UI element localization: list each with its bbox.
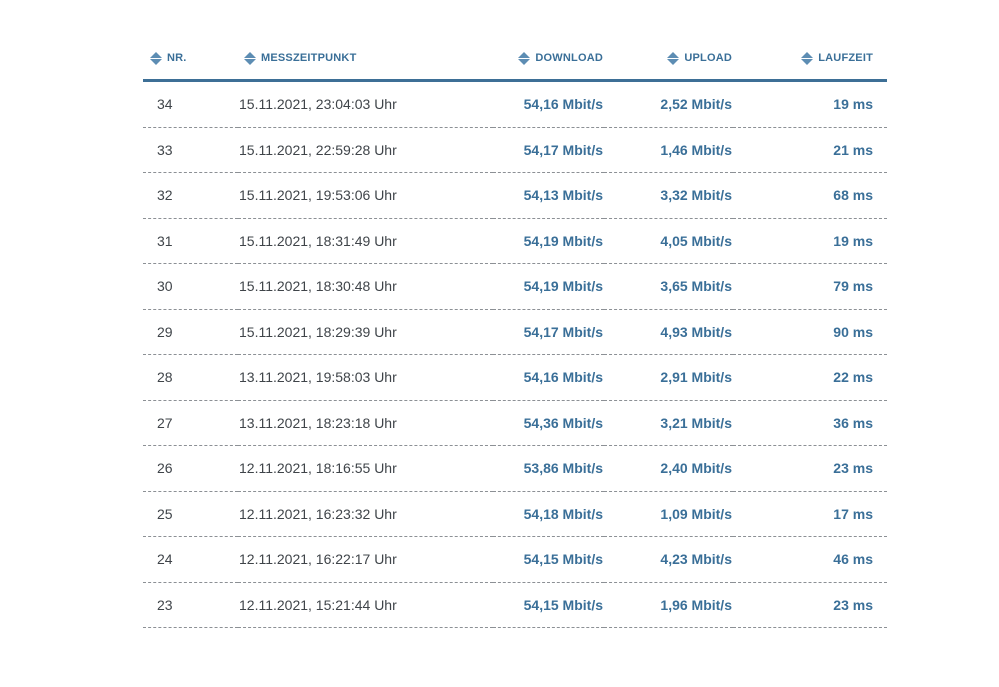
column-header-label: DOWNLOAD [535,52,603,64]
table-header-row: NR. MESSZEITPUNKT DOWNLOAD UPLOAD LAUFZE… [143,34,887,82]
cell-download: 54,16 Mbit/s [493,80,604,128]
cell-latency: 23 ms [733,445,887,492]
table-row: 29 15.11.2021, 18:29:39 Uhr 54,17 Mbit/s 4,… [143,309,887,355]
cell-nr: 26 [143,445,238,492]
table-row: 30 15.11.2021, 18:30:48 Uhr 54,19 Mbit/s 3,… [143,263,887,310]
cell-download: 54,17 Mbit/s [493,127,604,173]
table-row: 28 13.11.2021, 19:58:03 Uhr 54,16 Mbit/s 2,… [143,354,887,401]
cell-timestamp: 15.11.2021, 19:53:06 Uhr [238,172,493,219]
table-row: 31 15.11.2021, 18:31:49 Uhr 54,19 Mbit/s 4,… [143,218,887,264]
cell-timestamp: 12.11.2021, 18:16:55 Uhr [238,445,493,492]
cell-upload: 2,52 Mbit/s [604,80,733,128]
cell-latency: 22 ms [733,354,887,401]
cell-download: 54,15 Mbit/s [493,582,604,628]
measurement-table: NR. MESSZEITPUNKT DOWNLOAD UPLOAD LAUFZE… [143,34,887,628]
cell-download: 54,13 Mbit/s [493,172,604,219]
cell-download: 54,16 Mbit/s [493,354,604,401]
cell-upload: 4,05 Mbit/s [604,218,733,264]
cell-download: 53,86 Mbit/s [493,445,604,492]
cell-timestamp: 13.11.2021, 18:23:18 Uhr [238,400,493,446]
cell-nr: 29 [143,309,238,355]
cell-latency: 68 ms [733,172,887,219]
cell-timestamp: 12.11.2021, 15:21:44 Uhr [238,582,493,628]
cell-upload: 3,65 Mbit/s [604,263,733,310]
sort-icon [801,51,814,65]
cell-latency: 21 ms [733,127,887,173]
cell-timestamp: 15.11.2021, 18:31:49 Uhr [238,218,493,264]
cell-timestamp: 12.11.2021, 16:23:32 Uhr [238,491,493,537]
column-header-nr[interactable]: NR. [143,34,238,82]
column-header-label: MESSZEITPUNKT [261,52,357,64]
cell-nr: 30 [143,263,238,310]
cell-nr: 31 [143,218,238,264]
cell-download: 54,19 Mbit/s [493,263,604,310]
cell-nr: 28 [143,354,238,401]
table-body: 34 15.11.2021, 23:04:03 Uhr 54,16 Mbit/s 2,… [143,80,887,628]
cell-nr: 34 [143,80,238,128]
table-row: 24 12.11.2021, 16:22:17 Uhr 54,15 Mbit/s 4,… [143,536,887,583]
cell-upload: 3,21 Mbit/s [604,400,733,446]
column-header-timestamp[interactable]: MESSZEITPUNKT [238,34,493,82]
cell-nr: 33 [143,127,238,173]
table-header: NR. MESSZEITPUNKT DOWNLOAD UPLOAD LAUFZE… [143,34,887,82]
cell-latency: 79 ms [733,263,887,310]
column-header-label: LAUFZEIT [818,52,873,64]
cell-nr: 23 [143,582,238,628]
cell-upload: 1,46 Mbit/s [604,127,733,173]
table-row: 32 15.11.2021, 19:53:06 Uhr 54,13 Mbit/s 3,… [143,172,887,219]
sort-icon [150,51,162,65]
cell-upload: 4,93 Mbit/s [604,309,733,355]
cell-timestamp: 15.11.2021, 18:29:39 Uhr [238,309,493,355]
cell-download: 54,18 Mbit/s [493,491,604,537]
cell-latency: 90 ms [733,309,887,355]
cell-timestamp: 15.11.2021, 22:59:28 Uhr [238,127,493,173]
cell-nr: 27 [143,400,238,446]
cell-timestamp: 12.11.2021, 16:22:17 Uhr [238,536,493,583]
column-header-download[interactable]: DOWNLOAD [493,34,604,82]
sort-icon [518,51,531,65]
cell-timestamp: 13.11.2021, 19:58:03 Uhr [238,354,493,401]
cell-upload: 2,40 Mbit/s [604,445,733,492]
cell-download: 54,17 Mbit/s [493,309,604,355]
measurement-table-container: NR. MESSZEITPUNKT DOWNLOAD UPLOAD LAUFZE… [143,34,887,628]
cell-nr: 32 [143,172,238,219]
cell-upload: 3,32 Mbit/s [604,172,733,219]
cell-download: 54,36 Mbit/s [493,400,604,446]
cell-nr: 24 [143,536,238,583]
cell-upload: 2,91 Mbit/s [604,354,733,401]
cell-upload: 1,96 Mbit/s [604,582,733,628]
cell-nr: 25 [143,491,238,537]
cell-download: 54,19 Mbit/s [493,218,604,264]
sort-icon [667,51,680,65]
table-row: 23 12.11.2021, 15:21:44 Uhr 54,15 Mbit/s 1,… [143,582,887,628]
table-row: 25 12.11.2021, 16:23:32 Uhr 54,18 Mbit/s 1,… [143,491,887,537]
cell-timestamp: 15.11.2021, 23:04:03 Uhr [238,80,493,128]
column-header-latency[interactable]: LAUFZEIT [733,34,887,82]
cell-latency: 23 ms [733,582,887,628]
cell-latency: 19 ms [733,80,887,128]
cell-latency: 46 ms [733,536,887,583]
cell-latency: 19 ms [733,218,887,264]
cell-latency: 36 ms [733,400,887,446]
table-row: 34 15.11.2021, 23:04:03 Uhr 54,16 Mbit/s 2,… [143,80,887,128]
cell-upload: 1,09 Mbit/s [604,491,733,537]
column-header-label: UPLOAD [684,52,732,64]
cell-upload: 4,23 Mbit/s [604,536,733,583]
cell-latency: 17 ms [733,491,887,537]
table-row: 27 13.11.2021, 18:23:18 Uhr 54,36 Mbit/s 3,… [143,400,887,446]
table-row: 26 12.11.2021, 18:16:55 Uhr 53,86 Mbit/s 2,… [143,445,887,492]
column-header-label: NR. [167,52,187,64]
cell-download: 54,15 Mbit/s [493,536,604,583]
table-row: 33 15.11.2021, 22:59:28 Uhr 54,17 Mbit/s 1,… [143,127,887,173]
cell-timestamp: 15.11.2021, 18:30:48 Uhr [238,263,493,310]
sort-icon [244,51,256,65]
column-header-upload[interactable]: UPLOAD [604,34,733,82]
